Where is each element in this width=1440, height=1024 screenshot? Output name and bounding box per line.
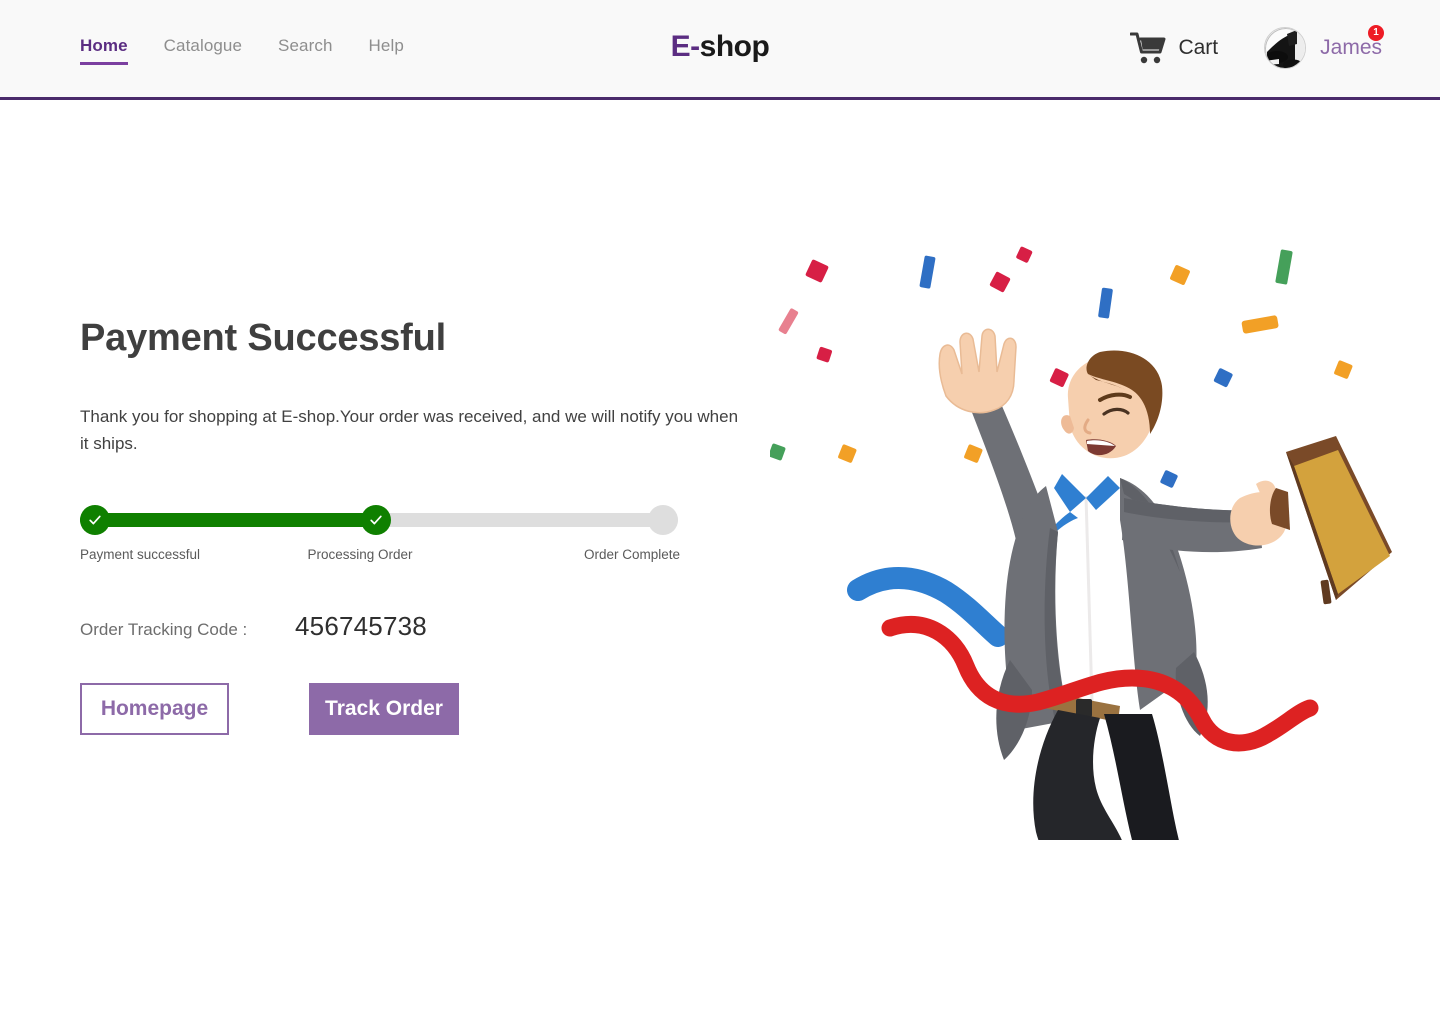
order-tracking-code-label: Order Tracking Code : (80, 619, 248, 639)
order-tracking-code-value: 456745738 (295, 610, 427, 641)
cart-label: Cart (1178, 36, 1219, 59)
check-icon (89, 515, 101, 525)
user-avatar-photo (1264, 27, 1307, 69)
check-icon (370, 515, 382, 525)
cart-count-badge: 1 (1368, 25, 1384, 41)
stepper-labels: Payment successful Processing Order Orde… (80, 547, 680, 567)
nav-item-search[interactable]: Search (278, 36, 332, 62)
logo-prefix: E- (670, 30, 701, 63)
order-progress-stepper (80, 504, 680, 535)
order-confirmation-panel: Payment Successful Thank you for shoppin… (80, 317, 780, 735)
header-actions: 1 Cart James (1129, 25, 1384, 69)
raised-hand (938, 328, 1017, 414)
site-header: Home Catalogue Search Help E-shop 1 Cart (0, 0, 1440, 100)
action-buttons: Homepage Track Order (80, 682, 780, 735)
progress-track-fill (80, 512, 376, 527)
shopping-cart-icon (1129, 31, 1168, 65)
cart-button[interactable]: 1 Cart (1129, 25, 1384, 65)
nav-item-help[interactable]: Help (369, 36, 404, 62)
step-node-payment-successful (80, 504, 110, 535)
page-title: Payment Successful (80, 317, 447, 359)
legs (1033, 710, 1179, 840)
step-node-processing-order (361, 504, 391, 535)
site-logo[interactable]: E-shop (671, 30, 770, 64)
main-navigation: Home Catalogue Search Help (80, 36, 404, 65)
step-node-order-complete (648, 504, 678, 535)
homepage-button[interactable]: Homepage (80, 682, 229, 735)
confirmation-message: Thank you for shopping at E-shop.Your or… (80, 406, 739, 453)
logo-suffix: shop (699, 30, 770, 63)
order-tracking-code-row: Order Tracking Code : 456745738 (80, 611, 780, 642)
head (1061, 350, 1163, 459)
nav-item-home[interactable]: Home (80, 36, 128, 65)
step-label-order-complete: Order Complete (583, 546, 680, 562)
main-content: Payment Successful Thank you for shoppin… (0, 100, 1440, 1021)
briefcase (1269, 436, 1392, 605)
step-label-payment-successful: Payment successful (80, 546, 201, 562)
celebrating-businessman-illustration (770, 240, 1410, 840)
extended-arm (1122, 480, 1288, 553)
track-order-button[interactable]: Track Order (309, 682, 459, 735)
step-label-processing-order: Processing Order (307, 546, 413, 562)
nav-item-catalogue[interactable]: Catalogue (164, 36, 242, 62)
user-menu[interactable]: James (1264, 27, 1382, 69)
